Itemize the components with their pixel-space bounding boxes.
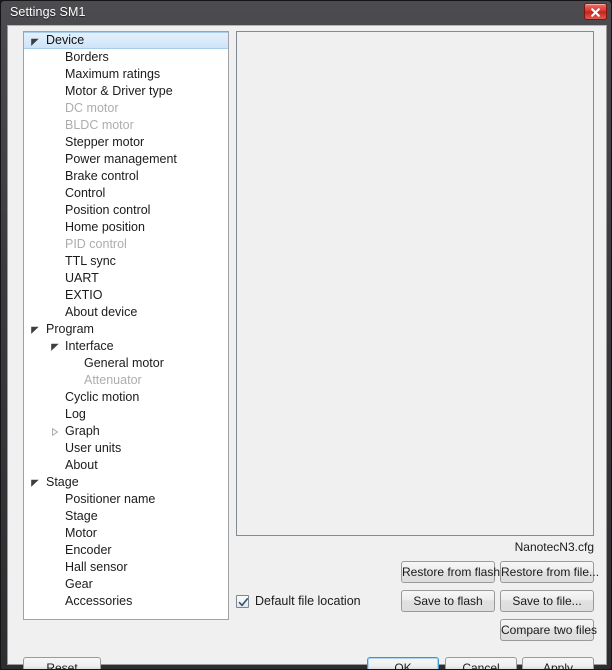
tree-item-pid-control[interactable]: PID control [24, 236, 228, 253]
tree-item-label: General motor [84, 356, 164, 370]
tree-item-label: Stepper motor [65, 135, 145, 149]
tree-item-graph[interactable]: Graph [24, 423, 228, 440]
save-to-flash-button[interactable]: Save to flash [401, 590, 495, 612]
tree-item-program[interactable]: Program [24, 321, 228, 338]
tree-item-borders[interactable]: Borders [24, 49, 228, 66]
restore-from-flash-button[interactable]: Restore from flash [401, 561, 500, 583]
config-filename: NanotecN3.cfg [514, 540, 594, 554]
tree-item-about-device[interactable]: About device [24, 304, 228, 321]
tree-item-position-control[interactable]: Position control [24, 202, 228, 219]
tree-item-about[interactable]: About [24, 457, 228, 474]
tree-item-label: Maximum ratings [65, 67, 161, 81]
tree-item-bldc-motor[interactable]: BLDC motor [24, 117, 228, 134]
tree-item-label: Graph [65, 424, 100, 438]
tree-item-label: Home position [65, 220, 145, 234]
tree-item-label: DC motor [65, 101, 119, 115]
close-button[interactable] [584, 3, 607, 20]
tree-item-label: Stage [46, 475, 79, 489]
tree-item-device[interactable]: Device [24, 32, 228, 49]
tree-item-positioner-name[interactable]: Positioner name [24, 491, 228, 508]
tree-item-label: Motor [65, 526, 97, 540]
chevron-right-icon[interactable] [50, 423, 60, 440]
tree-item-label: BLDC motor [65, 118, 134, 132]
chevron-down-icon[interactable] [50, 338, 60, 355]
save-to-file-button[interactable]: Save to file... [500, 590, 594, 612]
tree-item-label: Device [46, 33, 85, 47]
tree-item-stage[interactable]: Stage [24, 508, 228, 525]
checkmark-icon [238, 597, 249, 606]
tree-item-label: TTL sync [65, 254, 116, 268]
tree-item-label: Gear [65, 577, 93, 591]
tree-item-label: Power management [65, 152, 177, 166]
tree-item-label: Interface [65, 339, 114, 353]
chevron-down-icon[interactable] [30, 321, 40, 338]
tree-item-label: Program [46, 322, 94, 336]
tree-item-label: Position control [65, 203, 151, 217]
default-file-location-checkbox[interactable]: Default file location [236, 593, 361, 609]
checkbox-box [236, 594, 249, 608]
tree-item-brake-control[interactable]: Brake control [24, 168, 228, 185]
settings-content-panel [236, 31, 594, 536]
settings-tree[interactable]: Device Borders Maximum ratings Motor & Driv… [23, 31, 229, 620]
ok-button[interactable]: OK [367, 657, 439, 669]
tree-item-power-management[interactable]: Power management [24, 151, 228, 168]
default-file-location-label: Default file location [255, 594, 361, 608]
dialog-client-area: Device Borders Maximum ratings Motor & Driv… [7, 25, 607, 669]
tree-item-extio[interactable]: EXTIO [24, 287, 228, 304]
tree-item-label: Positioner name [65, 492, 156, 506]
tree-item-label: EXTIO [65, 288, 103, 302]
tree-item-label: User units [65, 441, 122, 455]
tree-item-cyclic-motion[interactable]: Cyclic motion [24, 389, 228, 406]
chevron-down-icon[interactable] [30, 474, 40, 491]
tree-item-interface[interactable]: Interface [24, 338, 228, 355]
tree-item-user-units[interactable]: User units [24, 440, 228, 457]
tree-item-label: About [65, 458, 98, 472]
tree-item-stepper-motor[interactable]: Stepper motor [24, 134, 228, 151]
tree-item-control[interactable]: Control [24, 185, 228, 202]
restore-from-file-button[interactable]: Restore from file... [500, 561, 599, 583]
window-title: Settings SM1 [10, 5, 86, 19]
tree-item-motor[interactable]: Motor [24, 525, 228, 542]
tree-item-label: Borders [65, 50, 109, 64]
settings-dialog-window: Settings SM1 Device Borders Maximum rating… [0, 0, 612, 670]
tree-item-dc-motor[interactable]: DC motor [24, 100, 228, 117]
tree-item-stage[interactable]: Stage [24, 474, 228, 491]
tree-item-label: Accessories [65, 594, 133, 608]
tree-item-log[interactable]: Log [24, 406, 228, 423]
tree-item-label: About device [65, 305, 138, 319]
tree-item-hall-sensor[interactable]: Hall sensor [24, 559, 228, 576]
tree-item-label: Log [65, 407, 86, 421]
tree-item-encoder[interactable]: Encoder [24, 542, 228, 559]
tree-item-label: Attenuator [84, 373, 142, 387]
tree-item-accessories[interactable]: Accessories [24, 593, 228, 610]
tree-item-general-motor[interactable]: General motor [24, 355, 228, 372]
tree-item-label: Motor & Driver type [65, 84, 173, 98]
tree-item-uart[interactable]: UART [24, 270, 228, 287]
apply-button[interactable]: Apply [522, 657, 594, 669]
cancel-button[interactable]: Cancel [445, 657, 517, 669]
tree-item-attenuator[interactable]: Attenuator [24, 372, 228, 389]
tree-item-home-position[interactable]: Home position [24, 219, 228, 236]
tree-item-label: Cyclic motion [65, 390, 140, 404]
tree-item-gear[interactable]: Gear [24, 576, 228, 593]
tree-item-label: UART [65, 271, 99, 285]
tree-item-label: Hall sensor [65, 560, 128, 574]
tree-item-label: PID control [65, 237, 127, 251]
reset-button[interactable]: Reset [23, 657, 101, 669]
tree-item-maximum-ratings[interactable]: Maximum ratings [24, 66, 228, 83]
tree-item-label: Stage [65, 509, 98, 523]
tree-item-motor-driver-type[interactable]: Motor & Driver type [24, 83, 228, 100]
tree-item-label: Brake control [65, 169, 139, 183]
chevron-down-icon[interactable] [30, 33, 40, 50]
compare-two-files-button[interactable]: Compare two files [500, 619, 597, 641]
close-icon [591, 8, 600, 17]
tree-item-ttl-sync[interactable]: TTL sync [24, 253, 228, 270]
tree-item-label: Encoder [65, 543, 112, 557]
tree-item-label: Control [65, 186, 106, 200]
title-bar[interactable]: Settings SM1 [1, 1, 611, 25]
